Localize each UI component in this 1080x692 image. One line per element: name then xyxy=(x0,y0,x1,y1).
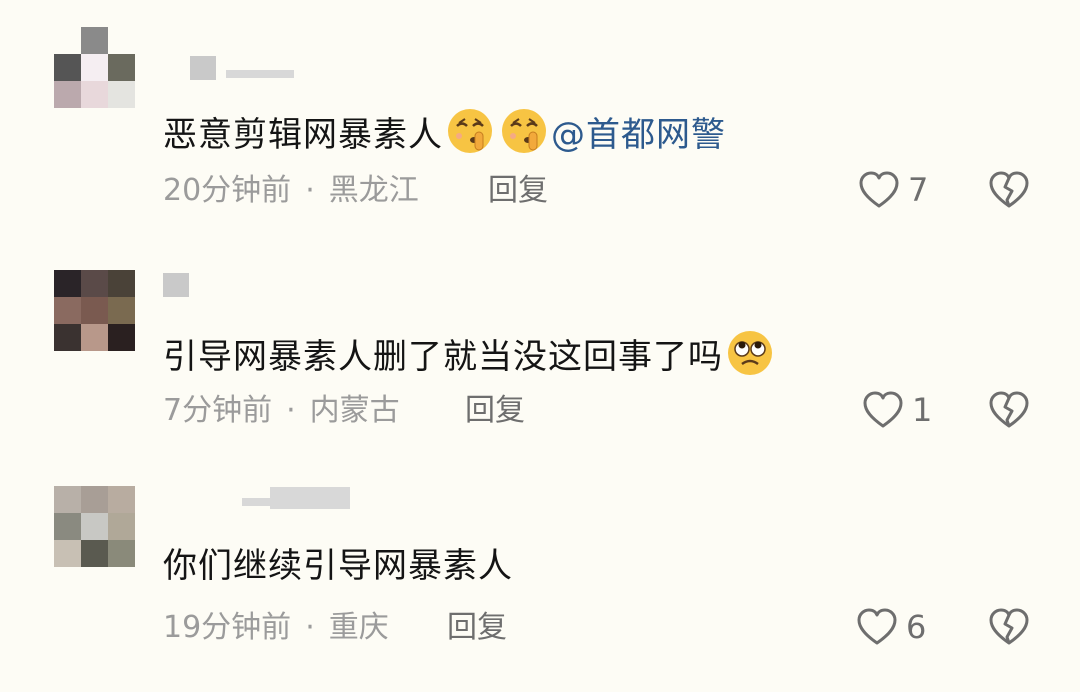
broken-heart-icon xyxy=(989,608,1029,645)
comment-text: 恶意剪辑网暴素人 @首都网警 xyxy=(163,106,726,156)
location: 重庆 xyxy=(328,610,389,645)
reply-button[interactable]: 回复 xyxy=(465,394,525,428)
avatar[interactable] xyxy=(54,270,135,351)
comment-meta: 19分钟前 · 重庆 xyxy=(163,611,389,645)
comment-body: 引导网暴素人删了就当没这回事了吗 xyxy=(163,337,723,377)
like-button[interactable]: 7 xyxy=(858,170,928,210)
like-count: 7 xyxy=(908,171,929,209)
reply-button[interactable]: 回复 xyxy=(447,611,507,645)
like-count: 1 xyxy=(912,391,933,429)
comment-text: 你们继续引导网暴素人 xyxy=(163,546,513,586)
comment-text: 引导网暴素人删了就当没这回事了吗 xyxy=(163,328,777,378)
comment-meta: 7分钟前 · 内蒙古 xyxy=(163,394,400,428)
mention-link[interactable]: @首都网警 xyxy=(551,115,726,155)
rolling-eyes-emoji-icon xyxy=(725,328,775,378)
dislike-button[interactable] xyxy=(988,390,1030,434)
comment-body: 恶意剪辑网暴素人 xyxy=(163,115,443,155)
dislike-button[interactable] xyxy=(988,607,1030,651)
reply-button[interactable]: 回复 xyxy=(488,174,548,208)
comment-meta: 20分钟前 · 黑龙江 xyxy=(163,174,419,208)
username[interactable] xyxy=(270,487,350,509)
shush-emoji-icon xyxy=(445,106,495,156)
separator: · xyxy=(286,393,296,428)
like-button[interactable]: 1 xyxy=(862,390,932,430)
separator: · xyxy=(305,610,315,645)
username-blur xyxy=(226,70,294,78)
timestamp: 20分钟前 xyxy=(163,173,292,208)
broken-heart-icon xyxy=(989,391,1029,428)
heart-icon xyxy=(863,391,903,428)
broken-heart-icon xyxy=(989,171,1029,208)
like-count: 6 xyxy=(906,608,927,646)
heart-icon xyxy=(857,608,897,645)
separator: · xyxy=(305,173,315,208)
heart-icon xyxy=(859,171,899,208)
avatar[interactable] xyxy=(54,486,135,567)
location: 内蒙古 xyxy=(309,393,400,428)
username[interactable] xyxy=(190,56,216,80)
timestamp: 19分钟前 xyxy=(163,610,292,645)
dislike-button[interactable] xyxy=(988,170,1030,214)
avatar[interactable] xyxy=(54,27,135,108)
username[interactable] xyxy=(163,273,189,297)
timestamp: 7分钟前 xyxy=(163,393,273,428)
comment-list: 恶意剪辑网暴素人 @首都网警 20分钟前 · 黑龙江 回复 7 引导网暴素人删了就当没… xyxy=(0,0,1080,692)
like-button[interactable]: 6 xyxy=(856,607,926,647)
location: 黑龙江 xyxy=(328,173,419,208)
shush-emoji-icon xyxy=(499,106,549,156)
comment-body: 你们继续引导网暴素人 xyxy=(163,546,513,586)
username-blur xyxy=(242,498,270,506)
